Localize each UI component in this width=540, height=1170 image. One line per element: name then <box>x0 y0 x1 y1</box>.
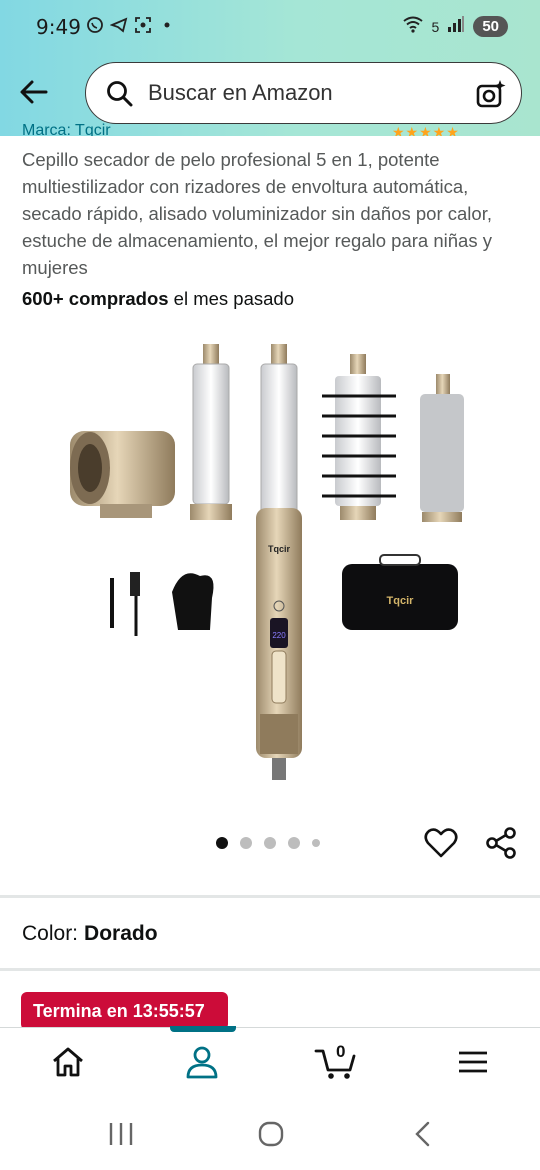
heart-icon[interactable] <box>424 826 458 860</box>
glove-accessory <box>172 573 214 630</box>
divider <box>0 968 540 971</box>
display-reading: 220 <box>272 631 286 640</box>
status-bar: 9:49 5 50 <box>0 0 540 56</box>
home-button-icon[interactable] <box>256 1121 286 1147</box>
search-input[interactable]: Buscar en Amazon <box>85 62 522 124</box>
profile-icon[interactable] <box>184 1044 220 1080</box>
cart-count: 0 <box>336 1042 346 1061</box>
volumizer-brush-attachment <box>420 374 464 522</box>
handle-brand: Tqcir <box>268 544 291 554</box>
bought-count: 600+ comprados el mes pasado <box>22 288 294 310</box>
bought-count-rest: el mes pasado <box>168 288 294 309</box>
system-nav-bar <box>0 1097 540 1170</box>
search-icon <box>107 81 133 107</box>
nav-active-indicator <box>170 1026 236 1032</box>
wifi-icon <box>402 15 424 38</box>
share-icon[interactable] <box>484 826 518 860</box>
deal-timer-badge: Termina en 13:55:57 <box>21 992 228 1030</box>
back-arrow-icon[interactable] <box>18 76 50 108</box>
storage-case: Tqcir <box>342 554 458 630</box>
color-value: Dorado <box>84 922 158 945</box>
menu-icon[interactable] <box>455 1044 491 1080</box>
recent-apps-icon[interactable] <box>106 1121 136 1147</box>
main-handle: Tqcir 220 <box>256 508 302 780</box>
screenshot-icon <box>134 16 152 34</box>
bought-count-bold: 600+ comprados <box>22 288 169 309</box>
telegram-icon <box>109 16 128 34</box>
diffuser-attachment <box>70 431 175 518</box>
carousel-dots[interactable] <box>216 837 320 849</box>
home-icon[interactable] <box>50 1044 86 1080</box>
signal-icon <box>447 15 465 38</box>
carousel-dot[interactable] <box>264 837 276 849</box>
carousel-dot[interactable] <box>240 837 252 849</box>
round-brush-attachment <box>322 354 396 520</box>
more-dot-icon <box>158 16 176 34</box>
whatsapp-icon <box>86 16 104 34</box>
color-selector[interactable]: Color: Dorado <box>22 922 158 946</box>
carousel-dot[interactable] <box>216 837 228 849</box>
camera-search-icon[interactable] <box>475 78 507 110</box>
rating-stars[interactable]: ★★★★★ <box>392 124 460 136</box>
battery-badge: 50 <box>473 16 508 37</box>
status-right: 5 50 <box>402 15 508 38</box>
notification-icons <box>86 16 176 34</box>
case-brand: Tqcir <box>387 595 415 607</box>
header: 9:49 5 50 Buscar en Amazon <box>0 0 540 136</box>
system-back-icon[interactable] <box>408 1121 438 1147</box>
curler-attachment-1 <box>190 344 232 520</box>
carousel-dot[interactable] <box>312 839 320 847</box>
search-placeholder: Buscar en Amazon <box>148 80 333 105</box>
product-image[interactable]: Tqcir 220 Tqcir <box>60 336 480 786</box>
status-time: 9:49 <box>36 15 81 39</box>
carousel-dot[interactable] <box>288 837 300 849</box>
signal-label: 5 <box>431 18 440 35</box>
divider <box>0 895 540 898</box>
brand-link[interactable]: Marca: Tqcir <box>22 122 111 136</box>
curler-attachment-2 <box>260 344 298 515</box>
comb-accessory <box>110 572 140 636</box>
color-label: Color: <box>22 922 79 945</box>
bottom-nav: 0 <box>0 1026 540 1097</box>
product-title: Cepillo secador de pelo profesional 5 en… <box>22 149 492 278</box>
